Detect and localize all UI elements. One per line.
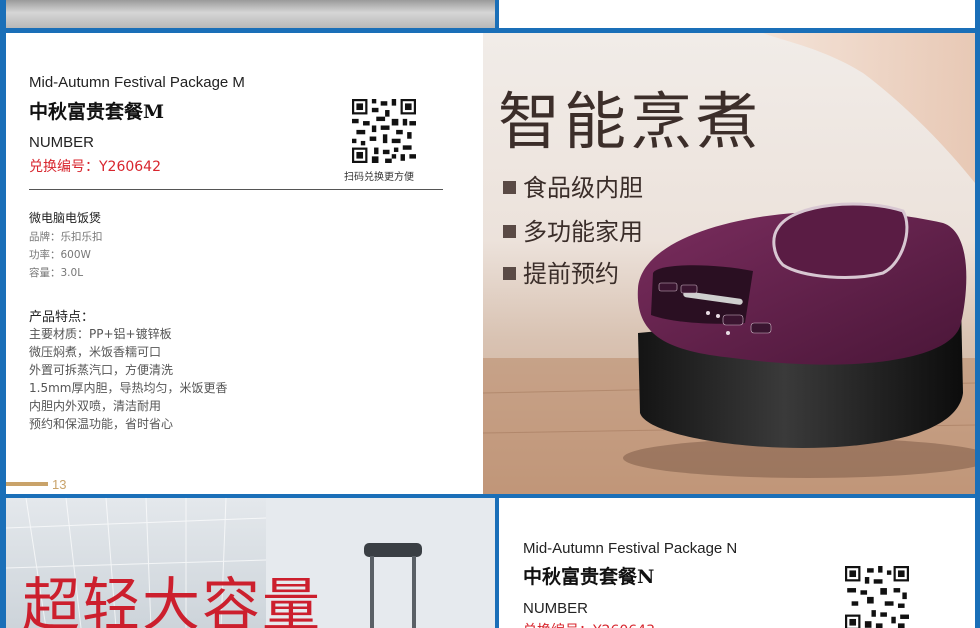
package-en-title: Mid-Autumn Festival Package N [523, 540, 738, 557]
qr-code-icon[interactable] [352, 99, 416, 163]
feature-headline: 智能烹煮 [498, 85, 763, 158]
qr-caption: 扫码兑换更方便 [344, 172, 414, 183]
number-label: NUMBER [29, 134, 95, 151]
qr-code-icon[interactable] [845, 566, 909, 628]
package-cn-title: 中秋富贵套餐N [523, 566, 655, 588]
feature-item: 内胆内外双喷，清洁耐用 [29, 399, 162, 413]
product-name: 微电脑电饭煲 [29, 211, 102, 225]
spec-power: 功率：600W [29, 249, 91, 261]
rice-cooker-product-image: 智能烹煮 食品级内胆 多功能家用 提前预约 [483, 33, 975, 494]
previous-panel [499, 0, 975, 28]
divider [29, 189, 443, 190]
bullet-square-icon [503, 181, 516, 194]
previous-product-image [6, 0, 495, 28]
exchange-code: 兑换编号：Y260643 [523, 620, 655, 628]
feature-bullet: 多功能家用 [503, 212, 643, 247]
features-title: 产品特点： [29, 310, 95, 325]
feature-item: 预约和保温功能，省时省心 [29, 417, 174, 431]
number-label: NUMBER [523, 600, 589, 617]
package-en-title: Mid-Autumn Festival Package M [29, 74, 245, 91]
luggage-headline: 超轻大容量 [22, 571, 323, 628]
bullet-text: 多功能家用 [523, 218, 643, 246]
exchange-code: 兑换编号：Y260642 [29, 159, 161, 175]
page-number-bar [6, 482, 48, 486]
bullet-square-icon [503, 267, 516, 280]
page-number: 13 [52, 477, 67, 492]
bullet-square-icon [503, 225, 516, 238]
feature-item: 主要材质：PP+铝+镀锌板 [29, 327, 172, 341]
feature-bullet: 提前预约 [503, 254, 619, 289]
spec-capacity: 容量：3.0L [29, 267, 84, 279]
bullet-text: 食品级内胆 [523, 174, 643, 202]
bullet-text: 提前预约 [523, 260, 619, 288]
package-cn-title: 中秋富贵套餐M [29, 101, 165, 123]
spec-brand: 品牌：乐扣乐扣 [29, 231, 103, 243]
feature-item: 外置可拆蒸汽口，方便清洗 [29, 363, 174, 377]
feature-item: 1.5mm厚内胆，导热均匀，米饭更香 [29, 381, 228, 395]
feature-bullet: 食品级内胆 [503, 168, 643, 203]
feature-item: 微压焖煮，米饭香糯可口 [29, 345, 162, 359]
package-m-info-panel: Mid-Autumn Festival Package M 中秋富贵套餐M NU… [6, 33, 483, 494]
package-n-info-panel: Mid-Autumn Festival Package N 中秋富贵套餐N NU… [499, 498, 975, 628]
luggage-product-image: 超轻大容量 [6, 498, 495, 628]
